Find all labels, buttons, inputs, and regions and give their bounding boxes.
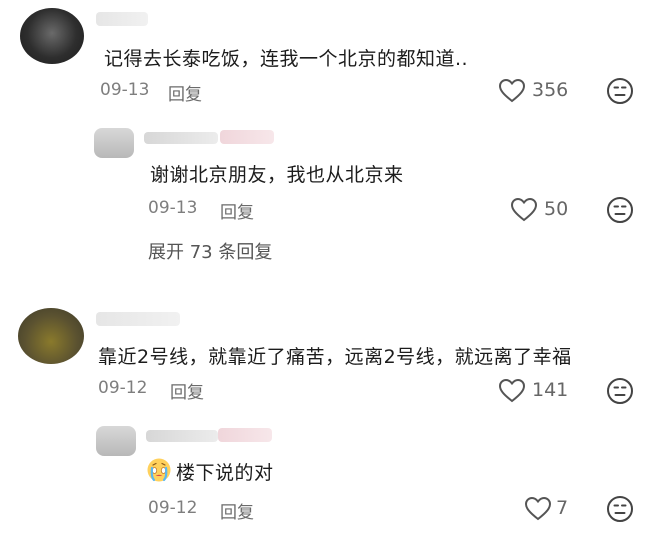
comment-text: 楼下说的对 — [176, 462, 274, 484]
comment-date: 09-12 — [148, 498, 198, 518]
comment-date: 09-12 — [98, 378, 148, 398]
comment-date: 09-13 — [100, 80, 150, 100]
comment-item: 记得去长泰吃饭，连我一个北京的都知道.. 09-13 回复 356 — [0, 0, 660, 110]
avatar[interactable] — [20, 8, 84, 64]
like-count: 141 — [532, 379, 569, 401]
crying-face-emoji — [146, 457, 172, 483]
avatar[interactable] — [96, 426, 136, 456]
like-count: 356 — [532, 79, 569, 101]
frown-face-icon[interactable] — [606, 196, 634, 224]
heart-outline-icon — [498, 78, 526, 104]
frown-face-icon[interactable] — [606, 77, 634, 105]
username-badge — [218, 428, 272, 442]
avatar[interactable] — [18, 308, 84, 364]
username[interactable] — [146, 430, 218, 442]
heart-outline-icon — [498, 378, 526, 404]
comment-text: 记得去长泰吃饭，连我一个北京的都知道.. — [104, 48, 469, 70]
username[interactable] — [144, 132, 218, 144]
reply-button[interactable]: 回复 — [220, 198, 254, 223]
username[interactable] — [96, 312, 180, 326]
reply-button[interactable]: 回复 — [168, 80, 202, 105]
comment-text: 靠近2号线，就靠近了痛苦，远离2号线，就远离了幸福 — [98, 346, 572, 368]
heart-outline-icon — [510, 197, 538, 223]
comment-text: 谢谢北京朋友，我也从北京来 — [150, 164, 404, 186]
expand-replies-button[interactable]: 展开 73 条回复 — [148, 238, 272, 264]
frown-face-icon[interactable] — [606, 377, 634, 405]
comment-date: 09-13 — [148, 198, 198, 218]
username-badge — [220, 130, 274, 144]
like-count: 50 — [544, 198, 569, 220]
reply-item: 楼下说的对 09-12 回复 7 — [0, 420, 660, 530]
like-count: 7 — [556, 497, 569, 519]
heart-outline-icon — [524, 496, 552, 522]
avatar[interactable] — [94, 128, 134, 158]
reply-button[interactable]: 回复 — [220, 498, 254, 523]
reply-button[interactable]: 回复 — [170, 378, 204, 403]
comment-item: 靠近2号线，就靠近了痛苦，远离2号线，就远离了幸福 09-12 回复 141 — [0, 302, 660, 412]
username[interactable] — [96, 12, 148, 26]
reply-item: 谢谢北京朋友，我也从北京来 09-13 回复 50 展开 73 条回复 — [0, 120, 660, 263]
frown-face-icon[interactable] — [606, 495, 634, 523]
